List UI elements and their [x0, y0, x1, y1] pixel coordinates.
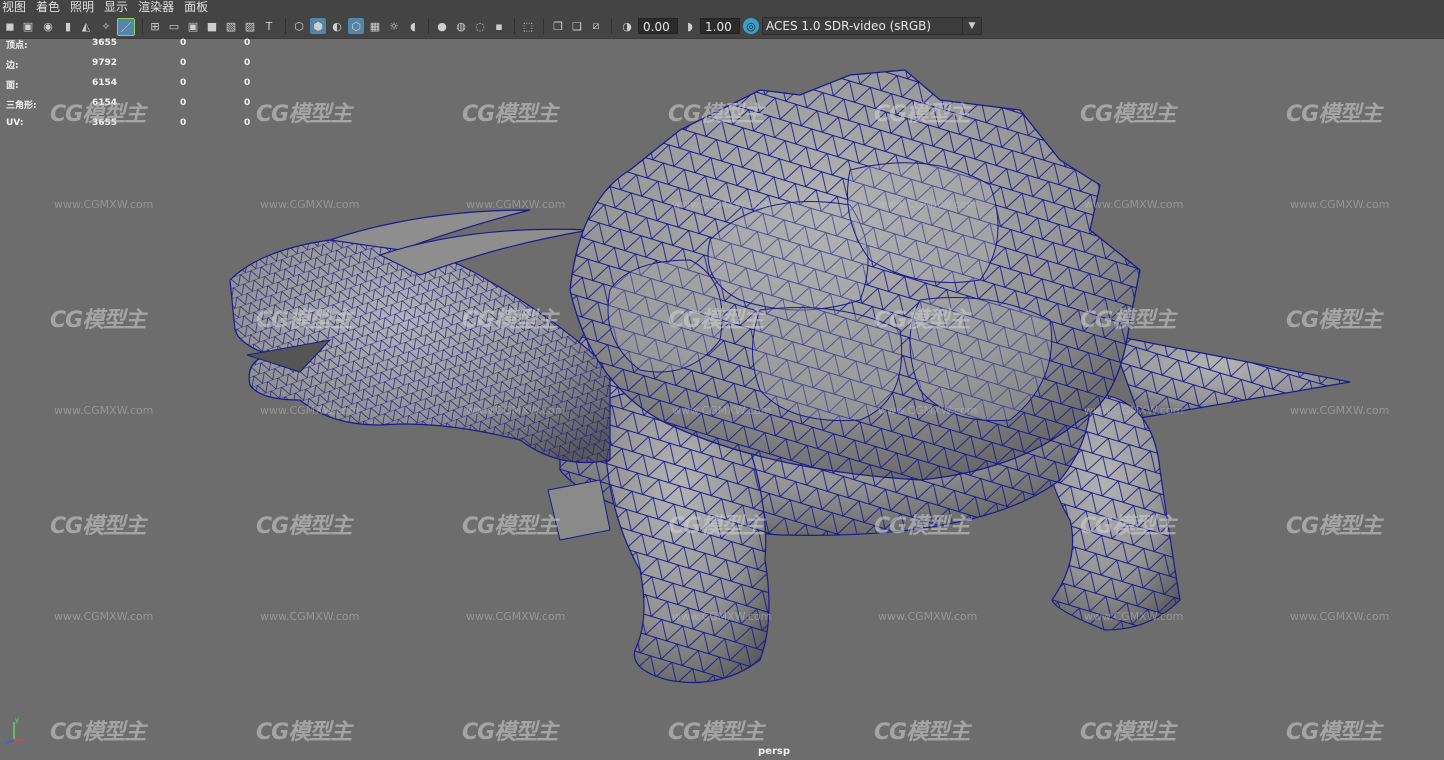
wireframe-icon[interactable]: ⬡	[291, 18, 307, 34]
color-management-icon[interactable]: ◎	[743, 18, 759, 34]
camera-select-icon[interactable]: ◼	[2, 18, 18, 34]
gamma-field[interactable]: 1.00	[700, 18, 740, 34]
xray-icon[interactable]: ❐	[550, 18, 566, 34]
camera-attributes-icon[interactable]: ▣	[20, 18, 36, 34]
textured-icon[interactable]: ▦	[367, 18, 383, 34]
poly-count-hud: 顶点: 3655 0 0 边: 9792 0 0 面: 6154 0 0 三角形…	[6, 38, 266, 138]
grease-pencil-icon[interactable]: ✧	[98, 18, 114, 34]
grid-icon[interactable]: ⊞	[147, 18, 163, 34]
smooth-shade-icon[interactable]: ⬢	[310, 18, 326, 34]
color-space-label: ACES 1.0 SDR-video (sRGB)	[766, 19, 932, 33]
motion-blur-icon[interactable]: ◍	[453, 18, 469, 34]
turtle-model[interactable]	[0, 38, 1444, 760]
safe-title-icon[interactable]: T	[261, 18, 277, 34]
hud-row-triangles: 三角形: 6154 0 0	[6, 98, 251, 111]
menu-panels[interactable]: 面板	[184, 0, 216, 14]
depth-of-field-icon[interactable]: ▪	[491, 18, 507, 34]
menu-view[interactable]: 视图	[2, 0, 34, 14]
hud-row-uvs: UV: 3655 0 0	[6, 118, 251, 128]
menu-show[interactable]: 显示	[104, 0, 136, 14]
menu-bar: 视图 着色 照明 显示 渲染器 面板	[0, 0, 1444, 14]
film-gate-icon[interactable]: ▭	[166, 18, 182, 34]
xray-joints-icon[interactable]: ❑	[569, 18, 585, 34]
lights-icon[interactable]: ☼	[386, 18, 402, 34]
ambient-occlusion-icon[interactable]: ●	[434, 18, 450, 34]
shadows-icon[interactable]: ◖	[405, 18, 421, 34]
default-material-icon[interactable]: ◐	[329, 18, 345, 34]
wireframe-on-shaded-icon[interactable]: ⬡	[348, 18, 364, 34]
menu-renderer[interactable]: 渲染器	[138, 0, 182, 14]
chevron-down-icon[interactable]: ▼	[962, 18, 981, 34]
menu-lighting[interactable]: 照明	[70, 0, 102, 14]
safe-action-icon[interactable]: ▨	[242, 18, 258, 34]
image-plane-icon[interactable]: ◭	[78, 18, 94, 34]
field-chart-icon[interactable]: ▧	[223, 18, 239, 34]
gamma-icon[interactable]: ◗	[682, 18, 698, 34]
turtle-tail	[1109, 334, 1351, 419]
xray-components-icon[interactable]: ⧄	[588, 18, 604, 34]
axis-gizmo-icon: y	[5, 716, 24, 744]
bookmark-camera-icon[interactable]: ◉	[40, 18, 56, 34]
gate-mask-icon[interactable]: ■	[204, 18, 220, 34]
exposure-icon[interactable]: ◑	[619, 18, 635, 34]
isolate-select-icon[interactable]: ⬚	[520, 18, 536, 34]
2d-pan-zoom-icon[interactable]: ／	[117, 18, 135, 36]
anti-aliasing-icon[interactable]: ◌	[472, 18, 488, 34]
turtle-head	[229, 209, 611, 464]
resolution-gate-icon[interactable]: ▣	[185, 18, 201, 34]
panel-toolbar: ◼ ▣ ◉ ▮ ◭ ✧ ／ ⊞ ▭ ▣ ■ ▧ ▨ T ⬡ ⬢ ◐ ⬡ ▦ ☼ …	[0, 14, 1444, 39]
hud-row-faces: 面: 6154 0 0	[6, 78, 251, 91]
bookmark-icon[interactable]: ▮	[60, 18, 76, 34]
camera-name-label: persp	[758, 746, 790, 757]
menu-shading[interactable]: 着色	[36, 0, 68, 14]
svg-text:y: y	[15, 716, 19, 724]
hud-row-edges: 边: 9792 0 0	[6, 58, 251, 71]
color-space-dropdown[interactable]: ACES 1.0 SDR-video (sRGB) ▼	[762, 17, 982, 35]
hud-row-vertices: 顶点: 3655 0 0	[6, 38, 251, 51]
exposure-field[interactable]: 0.00	[638, 18, 678, 34]
